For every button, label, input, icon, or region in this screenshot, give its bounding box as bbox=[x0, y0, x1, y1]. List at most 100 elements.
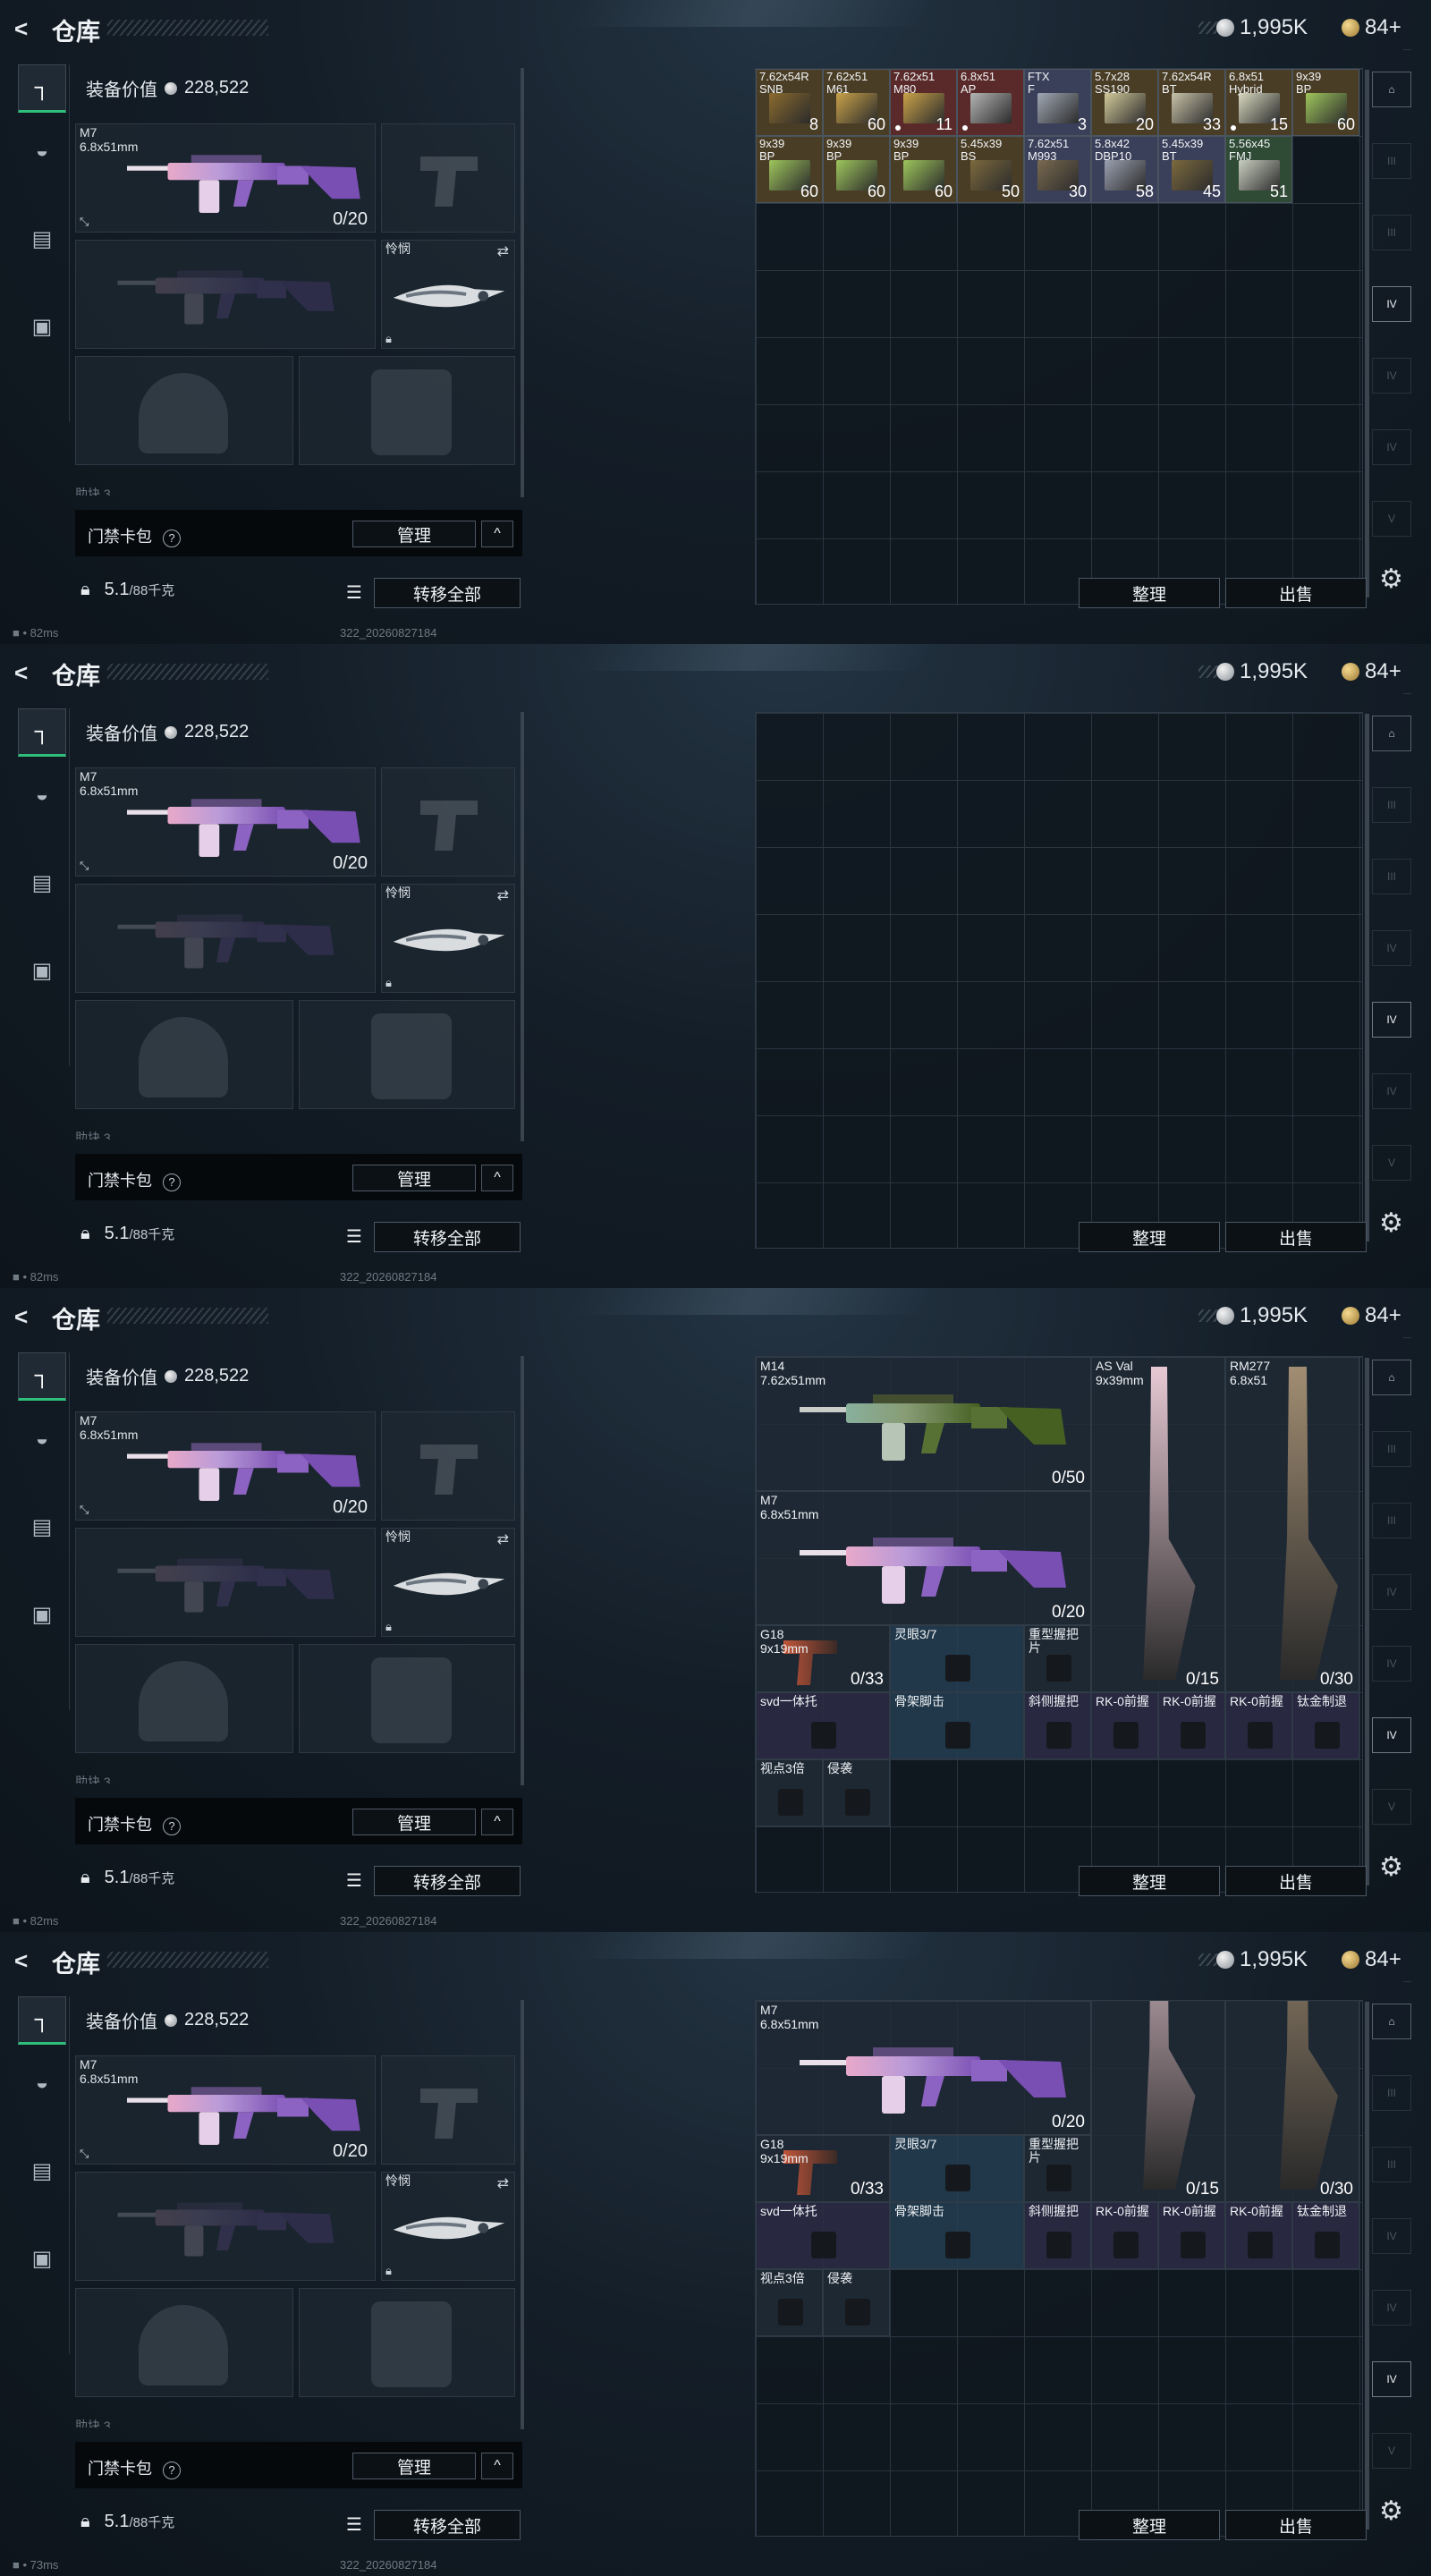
storage-tier-icon[interactable]: IV bbox=[1372, 2218, 1411, 2254]
storage-tier-icon[interactable]: III bbox=[1372, 1431, 1411, 1467]
storage-tier-icon[interactable]: IV bbox=[1372, 429, 1411, 465]
gear-icon[interactable]: ⚙ bbox=[1379, 2497, 1408, 2526]
secondary-weapon-slot[interactable] bbox=[75, 1528, 376, 1637]
attachment-item[interactable]: 侵袭 bbox=[823, 1759, 890, 1826]
gold-currency[interactable]: 84+ bbox=[1342, 14, 1401, 41]
storage-tier-icon[interactable]: IV bbox=[1372, 930, 1411, 966]
storage-tier-icon[interactable]: IV bbox=[1372, 2290, 1411, 2326]
attachment-item[interactable]: 灵眼3/7 bbox=[890, 2135, 1024, 2202]
storage-grid[interactable] bbox=[755, 712, 1363, 1249]
pistol-icon[interactable]: ┐ bbox=[18, 708, 66, 757]
equipment-scrollbar[interactable] bbox=[521, 68, 524, 497]
ammo-item[interactable]: 7.62x51 M993 30 bbox=[1024, 136, 1091, 203]
equipment-scrollbar[interactable] bbox=[521, 712, 524, 1141]
collapse-chevron-icon[interactable]: ^ bbox=[481, 2453, 513, 2479]
storage-tier-icon[interactable]: IV bbox=[1372, 1717, 1411, 1753]
storage-tier-icon[interactable]: IV bbox=[1372, 1646, 1411, 1682]
sell-button[interactable]: 出售 bbox=[1225, 1222, 1367, 1252]
ammo-item[interactable]: 5.56x45 FMJ 51 bbox=[1225, 136, 1292, 203]
ammo-item[interactable]: 6.8x51 Hybrid 15 bbox=[1225, 69, 1292, 136]
storage-tier-icon[interactable]: IV bbox=[1372, 286, 1411, 322]
ammo-item[interactable]: 6.8x51 AP bbox=[957, 69, 1024, 136]
secondary-weapon-slot[interactable] bbox=[75, 884, 376, 993]
storage-tier-icon[interactable]: III bbox=[1372, 1503, 1411, 1538]
arch-icon[interactable]: ⌂ bbox=[1372, 1360, 1411, 1395]
backpack-icon[interactable]: ▣ bbox=[18, 302, 66, 351]
helmet-slot[interactable] bbox=[75, 1644, 293, 1753]
attachment-item[interactable]: RK-0前握 bbox=[1158, 1692, 1225, 1759]
gear-icon[interactable]: ⚙ bbox=[1379, 565, 1408, 594]
ammo-item[interactable]: 9x39 BP 60 bbox=[823, 136, 890, 203]
ammo-item[interactable]: 9x39 BP 60 bbox=[756, 136, 823, 203]
sort-button[interactable]: 整理 bbox=[1079, 1866, 1220, 1896]
transfer-all-button[interactable]: 转移全部 bbox=[374, 578, 521, 608]
transfer-all-button[interactable]: 转移全部 bbox=[374, 1222, 521, 1252]
manage-button[interactable]: 管理 bbox=[352, 1809, 476, 1835]
armor-slot[interactable] bbox=[299, 1000, 515, 1109]
m7-item[interactable]: M7 6.8x51mm 0/20 bbox=[756, 1491, 1091, 1625]
attachment-item[interactable]: 侵袭 bbox=[823, 2269, 890, 2336]
list-view-icon[interactable]: ☰ bbox=[342, 2510, 367, 2538]
storage-tier-icon[interactable]: IV bbox=[1372, 1073, 1411, 1109]
ammo-item[interactable]: 7.62x54R BT 33 bbox=[1158, 69, 1225, 136]
ammo-item[interactable]: 5.8x42 DBP10 58 bbox=[1091, 136, 1158, 203]
back-arrow-icon[interactable]: < bbox=[14, 658, 39, 687]
attachment-item[interactable]: 视点3倍 bbox=[756, 1759, 823, 1826]
rm277-item[interactable]: RM2776.8x51 0/30 bbox=[1225, 1357, 1359, 1692]
arch-icon[interactable]: ⌂ bbox=[1372, 2004, 1411, 2039]
equipment-scrollbar[interactable] bbox=[521, 2000, 524, 2429]
attachment-item[interactable]: 重型握把片 bbox=[1024, 2135, 1091, 2202]
sell-button[interactable]: 出售 bbox=[1225, 1866, 1367, 1896]
melee-slot[interactable]: 怜悯 ⇄ 🔒︎ bbox=[381, 1528, 515, 1637]
list-view-icon[interactable]: ☰ bbox=[342, 1866, 367, 1894]
attachment-item[interactable]: 骨架脚击 bbox=[890, 2202, 1024, 2269]
sell-button[interactable]: 出售 bbox=[1225, 2510, 1367, 2540]
primary-weapon-slot[interactable]: M7 6.8x51mm ⤡ 0/20 bbox=[75, 2055, 376, 2165]
attachment-item[interactable]: 斜侧握把 bbox=[1024, 1692, 1091, 1759]
melee-slot[interactable]: 怜悯 ⇄ 🔒︎ bbox=[381, 2172, 515, 2281]
backpack-icon[interactable]: ▣ bbox=[18, 1590, 66, 1639]
ammo-item[interactable]: FTX F 3 bbox=[1024, 69, 1091, 136]
storage-tier-icon[interactable]: V bbox=[1372, 2433, 1411, 2469]
ammo-item[interactable]: 5.45x39 BT 45 bbox=[1158, 136, 1225, 203]
attachment-item[interactable]: RK-0前握 bbox=[1225, 1692, 1292, 1759]
gold-currency[interactable]: 84+ bbox=[1342, 658, 1401, 685]
sort-button[interactable]: 整理 bbox=[1079, 1222, 1220, 1252]
help-icon[interactable]: ? bbox=[163, 1818, 181, 1835]
as-val-item[interactable]: AS Val9x39mm 0/15 bbox=[1091, 1357, 1225, 1692]
helmet-icon[interactable]: ◒ bbox=[18, 1415, 66, 1463]
g18-item[interactable]: G18 9x19mm 0/33 bbox=[756, 2135, 890, 2202]
primary-weapon-slot[interactable]: M7 6.8x51mm ⤡ 0/20 bbox=[75, 1411, 376, 1521]
transfer-all-button[interactable]: 转移全部 bbox=[374, 2510, 521, 2540]
backpack-icon[interactable]: ▣ bbox=[18, 2234, 66, 2283]
storage-tier-icon[interactable]: III bbox=[1372, 215, 1411, 250]
attachment-item[interactable]: RK-0前握 bbox=[1158, 2202, 1225, 2269]
list-view-icon[interactable]: ☰ bbox=[342, 578, 367, 606]
back-arrow-icon[interactable]: < bbox=[14, 1946, 39, 1975]
manage-button[interactable]: 管理 bbox=[352, 521, 476, 547]
ammo-item[interactable]: 5.45x39 BS 50 bbox=[957, 136, 1024, 203]
list-view-icon[interactable]: ☰ bbox=[342, 1222, 367, 1250]
m7-item[interactable]: M7 6.8x51mm 0/20 bbox=[756, 2001, 1091, 2135]
gear-icon[interactable]: ⚙ bbox=[1379, 1209, 1408, 1238]
attachment-item[interactable]: RK-0前握 bbox=[1225, 2202, 1292, 2269]
ammo-item[interactable]: 7.62x51 M80 11 bbox=[890, 69, 957, 136]
helmet-icon[interactable]: ◒ bbox=[18, 2059, 66, 2107]
g18-item[interactable]: G18 9x19mm 0/33 bbox=[756, 1625, 890, 1692]
pistol-slot[interactable] bbox=[381, 2055, 515, 2165]
pistol-icon[interactable]: ┐ bbox=[18, 1352, 66, 1401]
swap-icon[interactable]: ⇄ bbox=[497, 1530, 509, 1548]
storage-grid[interactable]: M147.62x51mm0/50M76.8x51mm0/20AS Val9x39… bbox=[755, 2000, 1363, 2537]
vest-icon[interactable]: ▤ bbox=[18, 859, 66, 907]
storage-tier-icon[interactable]: III bbox=[1372, 2075, 1411, 2111]
help-icon[interactable]: ? bbox=[163, 2462, 181, 2479]
storage-tier-icon[interactable]: III bbox=[1372, 2147, 1411, 2182]
storage-tier-icon[interactable]: IV bbox=[1372, 1002, 1411, 1038]
equipment-scrollbar[interactable] bbox=[521, 1356, 524, 1785]
ammo-item[interactable]: 9x39 BP 60 bbox=[1292, 69, 1359, 136]
storage-tier-icon[interactable]: III bbox=[1372, 859, 1411, 894]
backpack-icon[interactable]: ▣ bbox=[18, 946, 66, 995]
storage-tier-icon[interactable]: IV bbox=[1372, 358, 1411, 394]
storage-tier-icon[interactable]: III bbox=[1372, 787, 1411, 823]
sell-button[interactable]: 出售 bbox=[1225, 578, 1367, 608]
